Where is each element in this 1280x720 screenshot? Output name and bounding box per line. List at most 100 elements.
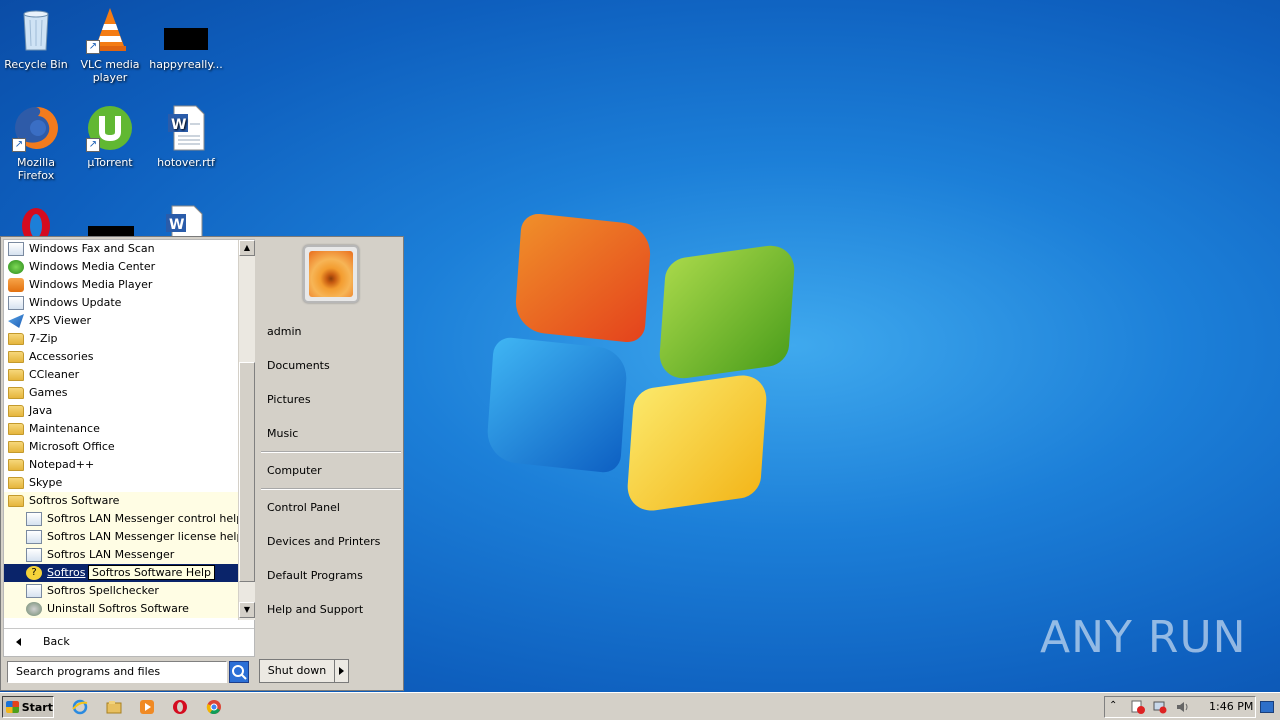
right-item-help[interactable]: Help and Support [267, 603, 363, 616]
search-button[interactable] [229, 661, 249, 683]
back-arrow-icon [16, 637, 21, 646]
windows-logo-wallpaper [480, 212, 810, 515]
media-player-icon[interactable] [139, 699, 155, 715]
action-center-warning-icon[interactable] [1131, 700, 1145, 714]
svg-text:W: W [169, 217, 184, 233]
right-item-user[interactable]: admin [267, 325, 301, 338]
desktop-icon-vlc[interactable]: ↗ VLC media player [72, 6, 148, 84]
program-item[interactable]: Windows Update [4, 294, 238, 312]
help-icon: ? [26, 566, 42, 580]
right-item-pictures[interactable]: Pictures [267, 393, 311, 406]
scroll-down-arrow-icon[interactable]: ▼ [239, 602, 255, 618]
program-folder[interactable]: Microsoft Office [4, 438, 238, 456]
desktop-icon-label: µTorrent [87, 156, 133, 169]
search-input[interactable]: Search programs and files [7, 661, 227, 683]
folder-icon [8, 477, 24, 489]
right-item-control-panel[interactable]: Control Panel [267, 501, 340, 514]
ie-icon[interactable] [72, 699, 88, 715]
program-folder-softros[interactable]: Softros Software [4, 492, 238, 510]
right-item-devices[interactable]: Devices and Printers [267, 535, 380, 548]
program-item[interactable]: Softros Spellchecker [4, 582, 238, 600]
desktop-icon-label: Recycle Bin [4, 58, 68, 71]
clock[interactable]: 1:46 PM [1209, 700, 1253, 713]
scrollbar-thumb[interactable] [239, 362, 255, 582]
program-folder[interactable]: CCleaner [4, 366, 238, 384]
folder-icon [8, 387, 24, 399]
opera-desktop-icon[interactable] [16, 204, 56, 236]
start-menu: Windows Fax and Scan Windows Media Cente… [0, 236, 404, 691]
program-item[interactable]: Softros LAN Messenger [4, 546, 238, 564]
start-button[interactable]: Start [2, 696, 54, 718]
program-folder[interactable]: Java [4, 402, 238, 420]
vlc-icon: ↗ [86, 6, 134, 54]
shortcut-arrow-icon: ↗ [12, 138, 26, 152]
program-folder[interactable]: Skype [4, 474, 238, 492]
explorer-icon[interactable] [106, 699, 122, 715]
volume-icon[interactable] [1175, 700, 1189, 714]
desktop-icon-hotover[interactable]: W hotover.rtf [148, 104, 224, 169]
program-folder[interactable]: 7-Zip [4, 330, 238, 348]
chrome-icon[interactable] [206, 699, 222, 715]
black-thumbnail-icon [162, 6, 210, 54]
right-item-default-programs[interactable]: Default Programs [267, 569, 363, 582]
folder-icon [8, 441, 24, 453]
media-center-icon [8, 260, 24, 274]
show-hidden-icons-arrow-icon[interactable]: ⌃ [1109, 700, 1123, 714]
black-thumbnail-desktop-icon[interactable] [88, 226, 134, 236]
program-item[interactable]: Windows Media Center [4, 258, 238, 276]
folder-icon [8, 369, 24, 381]
program-item[interactable]: Windows Fax and Scan [4, 240, 238, 258]
desktop-icon-label: happyreally... [149, 58, 223, 71]
program-folder[interactable]: Games [4, 384, 238, 402]
windows-flag-icon [6, 701, 19, 713]
windows-update-icon [8, 296, 24, 310]
shutdown-button[interactable]: Shut down [259, 659, 335, 683]
utorrent-icon: ↗ [86, 104, 134, 152]
shutdown-options-button[interactable] [335, 659, 349, 683]
show-desktop-button[interactable] [1260, 701, 1274, 713]
user-avatar[interactable] [303, 245, 359, 303]
app-icon [26, 530, 42, 544]
program-item[interactable]: Uninstall Softros Software [4, 600, 238, 618]
folder-icon [8, 423, 24, 435]
taskbar: Start ⌃ 1:46 PM [0, 692, 1280, 720]
folder-icon [8, 405, 24, 417]
tooltip: Softros Software Help [88, 565, 216, 580]
right-item-music[interactable]: Music [267, 427, 298, 440]
shortcut-arrow-icon: ↗ [86, 138, 100, 152]
system-tray: ⌃ 1:46 PM [1104, 696, 1256, 718]
word-document-desktop-icon[interactable]: W [160, 204, 208, 236]
app-icon [26, 548, 42, 562]
program-folder[interactable]: Maintenance [4, 420, 238, 438]
scroll-up-arrow-icon[interactable]: ▲ [239, 240, 255, 256]
app-icon [26, 584, 42, 598]
program-folder[interactable]: Notepad++ [4, 456, 238, 474]
right-item-computer[interactable]: Computer [267, 464, 322, 477]
folder-icon [8, 459, 24, 471]
program-item-selected[interactable]: ? Softros Softros Software Help [4, 564, 238, 582]
firefox-icon: ↗ [12, 104, 60, 152]
program-item[interactable]: Softros LAN Messenger license helper [4, 528, 238, 546]
program-item[interactable]: Windows Media Player [4, 276, 238, 294]
desktop-icon-label: VLC media player [80, 58, 140, 84]
shortcut-arrow-icon: ↗ [86, 40, 100, 54]
back-button[interactable]: Back [4, 628, 254, 654]
desktop-icon-firefox[interactable]: ↗ Mozilla Firefox [0, 104, 74, 182]
desktop-icon-recycle-bin[interactable]: Recycle Bin [0, 6, 74, 71]
program-folder[interactable]: Accessories [4, 348, 238, 366]
program-item[interactable]: XPS Viewer [4, 312, 238, 330]
desktop-icon-happyreally[interactable]: happyreally... [148, 6, 224, 71]
program-item[interactable]: Softros LAN Messenger control helper [4, 510, 238, 528]
fax-icon [8, 242, 24, 256]
right-item-documents[interactable]: Documents [267, 359, 330, 372]
app-icon [26, 512, 42, 526]
desktop-icon-utorrent[interactable]: ↗ µTorrent [72, 104, 148, 169]
svg-text:W: W [171, 117, 186, 133]
recycle-bin-icon [12, 6, 60, 54]
program-list-scrollbar[interactable]: ▲ ▼ [238, 240, 255, 620]
xps-viewer-icon [8, 314, 24, 328]
network-icon[interactable] [1153, 700, 1167, 714]
opera-icon[interactable] [172, 699, 188, 715]
desktop-icon-label: Mozilla Firefox [17, 156, 55, 182]
start-menu-programs-pane: Windows Fax and Scan Windows Media Cente… [3, 239, 255, 657]
